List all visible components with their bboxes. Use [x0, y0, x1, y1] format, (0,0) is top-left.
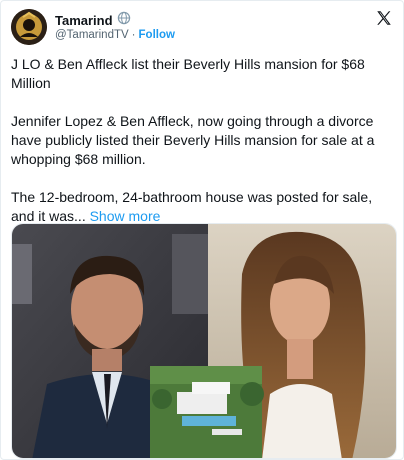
tweet-paragraph-1: Jennifer Lopez & Ben Affleck, now going … — [11, 113, 375, 167]
tweet-media-image[interactable] — [11, 223, 397, 459]
tweet-title: J LO & Ben Affleck list their Beverly Hi… — [11, 56, 365, 91]
globe-icon — [117, 11, 131, 30]
avatar[interactable] — [11, 9, 47, 45]
tweet-paragraph-2-text: The 12-bedroom, 24-bathroom house was po… — [11, 189, 373, 224]
tweet-header: Tamarind @TamarindTV · Follow — [11, 9, 393, 45]
tweet-paragraph-2: The 12-bedroom, 24-bathroom house was po… — [11, 188, 395, 226]
tweet-text: J LO & Ben Affleck list their Beverly Hi… — [11, 55, 395, 245]
tweet-card: Tamarind @TamarindTV · Follow J LO & Ben… — [0, 0, 404, 460]
follow-button[interactable]: Follow — [139, 29, 175, 41]
author-name[interactable]: Tamarind — [55, 13, 113, 28]
author-handle-row: @TamarindTV · Follow — [55, 29, 175, 41]
separator-dot: · — [131, 29, 136, 41]
author-handle[interactable]: @TamarindTV — [55, 29, 129, 41]
x-logo-icon[interactable] — [375, 9, 393, 27]
author-name-row: Tamarind — [55, 11, 131, 30]
show-more-link[interactable]: Show more — [90, 208, 161, 224]
